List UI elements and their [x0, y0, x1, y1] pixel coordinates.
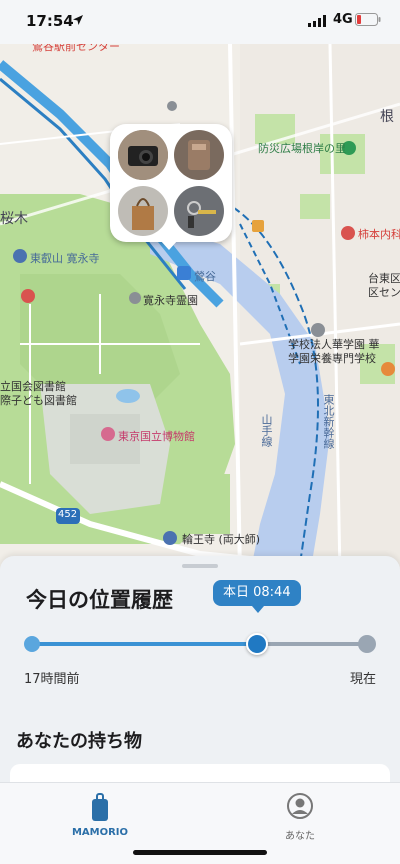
home-indicator — [133, 850, 267, 855]
item-cluster-pin[interactable] — [110, 124, 232, 242]
tab-mamorio-label: MAMORIO — [71, 827, 129, 838]
battery-icon — [355, 13, 381, 26]
time-badge: 本日 08:44 — [213, 580, 301, 606]
keys-icon — [174, 186, 224, 236]
map-label-shinkansen: 東北新幹線 — [322, 394, 335, 449]
location-arrow-icon — [73, 15, 83, 25]
user-profile-icon — [287, 793, 313, 819]
map-label-rinnoji: 輪王寺 (両大師) — [182, 533, 261, 546]
map-label-library-2: 際子ども図書館 — [0, 394, 77, 407]
pin-tail — [160, 240, 178, 250]
map-label-school-2: 学園栄養専門学校 — [288, 352, 376, 365]
signal-bars-icon — [308, 15, 326, 27]
history-title: 今日の位置履歴 — [26, 588, 173, 612]
slider-fill — [32, 642, 258, 646]
status-bar: 17:54 4G — [0, 0, 400, 44]
map-label-bousai: 防災広場根岸の里 — [258, 142, 346, 155]
camera-item[interactable] — [118, 130, 168, 180]
slider-thumb[interactable] — [246, 633, 269, 655]
slider-end-label: 現在 — [349, 672, 376, 687]
map-label-museum: 東京国立博物館 — [118, 430, 195, 443]
slider-start-label: 17時間前 — [24, 672, 80, 687]
map-view[interactable]: 鶯谷駅前センター 防災広場根岸の里 桜木 東叡山 寛永寺 寛永寺霊園 鶯谷 柿本… — [0, 44, 400, 574]
status-time: 17:54 — [26, 12, 74, 30]
tab-mamorio[interactable]: MAMORIO — [40, 789, 160, 841]
map-label-ne: 根 — [380, 109, 394, 125]
map-label-cemetery: 寛永寺霊園 — [143, 294, 198, 307]
map-label-top: 鶯谷駅前センター — [32, 44, 120, 53]
tote-bag-icon — [118, 186, 168, 236]
map-label-sakuragi: 桜木 — [0, 211, 28, 227]
tote-bag-item[interactable] — [118, 186, 168, 236]
sheet-drag-handle[interactable] — [182, 564, 218, 568]
history-time-slider[interactable] — [24, 633, 376, 655]
map-label-higashi-eizan: 東叡山 寛永寺 — [30, 252, 100, 265]
map-label-taito-2: 区センター — [368, 286, 400, 299]
mamorio-tag-icon — [92, 793, 108, 821]
camera-icon — [118, 130, 168, 180]
wallet-item[interactable] — [174, 130, 224, 180]
map-label-uguisudani: 鶯谷 — [194, 270, 216, 283]
slider-end-dot — [358, 635, 376, 653]
tab-anata[interactable]: あなた — [240, 789, 360, 842]
keys-item[interactable] — [174, 186, 224, 236]
tab-anata-label: あなた — [285, 831, 315, 842]
belongings-title: あなたの持ち物 — [16, 731, 142, 752]
map-label-yamanote: 山手線 — [260, 414, 273, 447]
network-type: 4G — [333, 12, 353, 27]
slider-start-dot — [24, 636, 40, 652]
wallet-icon — [174, 130, 224, 180]
time-badge-tail — [252, 606, 264, 613]
map-label-kakimoto: 柿本内科 — [358, 228, 400, 241]
route-shield-label: 452 — [58, 509, 78, 520]
